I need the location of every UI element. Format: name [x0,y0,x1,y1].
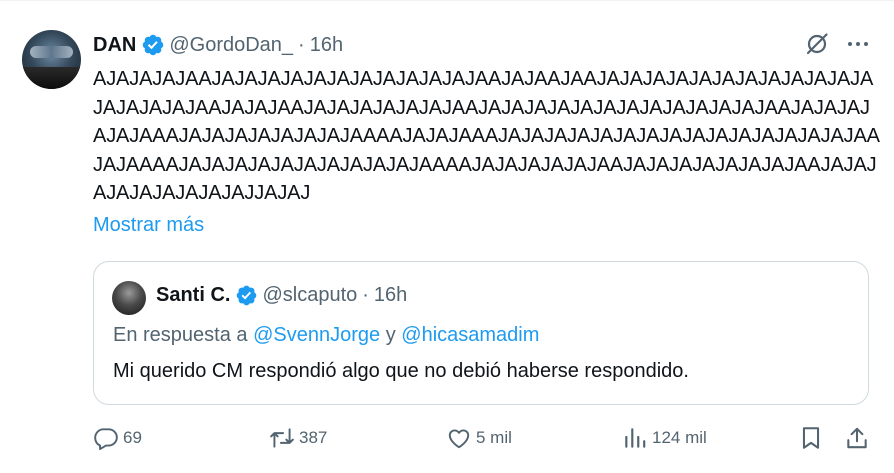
views-icon [625,428,646,448]
reply-join: y [385,324,396,346]
like-icon [448,429,470,449]
share-icon [847,427,867,449]
author-avatar[interactable] [22,30,81,89]
bookmark-icon [802,427,820,449]
like-count: 5 mil [476,428,512,447]
like-button[interactable]: 5 mil [446,425,512,451]
separator-dot: · [362,284,369,306]
mention-link[interactable]: @hicasamadim [401,324,539,346]
retweet-button[interactable]: 387 [269,425,327,451]
quoted-tweet-header: Santi C. @slcaputo · 16h [156,284,407,307]
reply-context: En respuesta a @SvennJorge y @hicasamadi… [113,324,539,347]
quoted-tweet-time[interactable]: 16h [374,284,407,307]
retweet-count: 387 [299,428,328,447]
quoted-author-avatar[interactable] [112,281,146,315]
top-divider [0,0,894,1]
tweet-time[interactable]: 16h [310,34,343,57]
reply-icon [94,428,118,451]
tweet-text: AJAJAJAJAAJAJAJAJAJAJAJAJAJAJAJAJAAJAJAA… [93,68,880,204]
author-handle[interactable]: @GordoDan_ [169,34,293,57]
grok-icon[interactable] [804,31,830,57]
author-name[interactable]: DAN [93,34,136,57]
show-more-link[interactable]: Mostrar más [93,214,204,237]
bookmark-button[interactable] [798,425,828,451]
retweet-icon [270,428,294,448]
verified-badge-icon [237,285,257,306]
quoted-tweet-text: Mi querido CM respondió algo que no debi… [113,360,689,382]
separator-dot: · [298,33,305,56]
reply-button[interactable]: 69 [93,425,142,451]
quoted-author-handle[interactable]: @slcaputo [262,284,357,307]
reply-count: 69 [123,428,142,447]
action-bar: 69 387 5 mil 124 mil [0,425,894,455]
views-button[interactable]: 124 mil [622,425,707,451]
verified-badge-icon[interactable] [141,33,165,57]
more-icon[interactable] [845,31,871,57]
reply-prefix: En respuesta a [113,324,248,346]
share-button[interactable] [844,425,874,451]
views-count: 124 mil [652,428,707,447]
quoted-author-name[interactable]: Santi C. [156,284,230,307]
quoted-tweet[interactable]: Santi C. @slcaputo · 16h En respuesta a … [93,261,869,405]
mention-link[interactable]: @SvennJorge [253,324,380,346]
tweet-header: DAN @GordoDan_ · 16h [93,32,343,58]
